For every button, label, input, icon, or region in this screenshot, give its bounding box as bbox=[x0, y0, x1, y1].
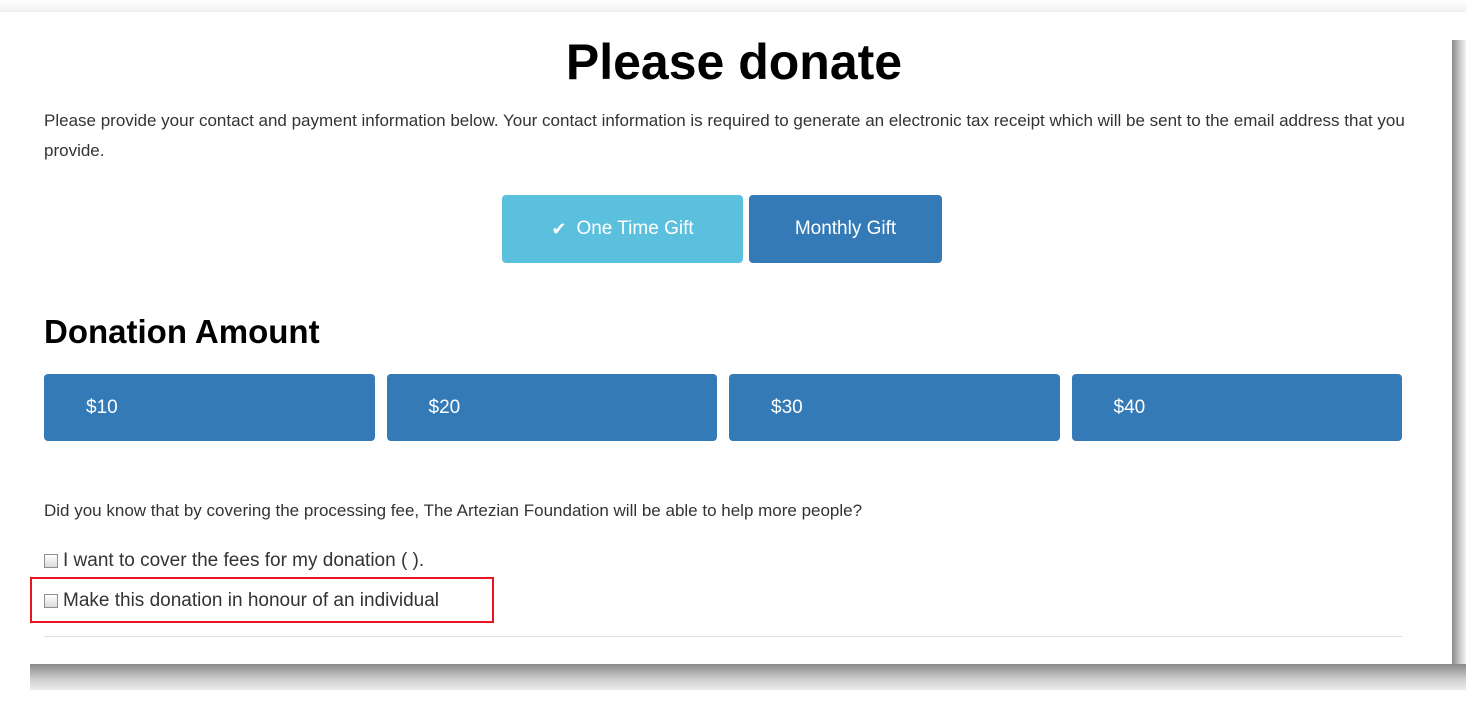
processing-fee-question: Did you know that by covering the proces… bbox=[44, 501, 863, 520]
frame-shadow-top bbox=[0, 0, 1466, 12]
gift-type-toggle: ✔ One Time Gift Monthly Gift bbox=[502, 195, 942, 263]
monthly-gift-button[interactable]: Monthly Gift bbox=[749, 195, 942, 263]
check-icon: ✔ bbox=[551, 219, 567, 239]
intro-text: Please provide your contact and payment … bbox=[44, 111, 1405, 160]
frame-shadow-right bbox=[1452, 40, 1466, 680]
screenshot-stage: Please donate Please provide your contac… bbox=[0, 0, 1466, 706]
highlight-annotation bbox=[30, 577, 494, 623]
amount-40-button[interactable]: $40 bbox=[1071, 374, 1402, 441]
donation-form-card: Please donate Please provide your contac… bbox=[16, 12, 1452, 664]
page-title: Please donate bbox=[565, 34, 903, 90]
amount-30-button[interactable]: $30 bbox=[729, 374, 1060, 441]
cover-fees-label: I want to cover the fees for my donation… bbox=[63, 550, 425, 571]
amount-20-button[interactable]: $20 bbox=[386, 374, 717, 441]
frame-shadow-bottom bbox=[30, 664, 1466, 690]
section-divider bbox=[44, 636, 1402, 637]
monthly-gift-label: Monthly Gift bbox=[794, 218, 897, 239]
donation-amount-options: $10 $20 $30 $40 bbox=[44, 374, 1402, 441]
cover-fees-checkbox[interactable] bbox=[44, 554, 58, 568]
amount-10-button[interactable]: $10 bbox=[44, 374, 375, 441]
cover-fees-option[interactable]: I want to cover the fees for my donation… bbox=[44, 548, 424, 574]
one-time-gift-label: One Time Gift bbox=[576, 218, 694, 239]
donation-amount-heading: Donation Amount bbox=[44, 313, 320, 350]
one-time-gift-button[interactable]: ✔ One Time Gift bbox=[502, 195, 743, 263]
